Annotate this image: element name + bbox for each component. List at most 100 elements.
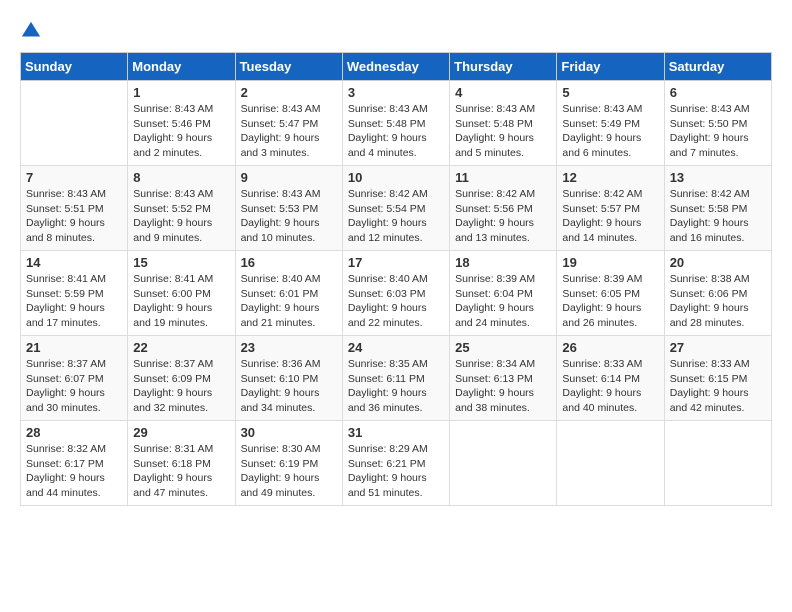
day-info: Sunrise: 8:29 AMSunset: 6:21 PMDaylight:… — [348, 442, 444, 501]
day-info: Sunrise: 8:34 AMSunset: 6:13 PMDaylight:… — [455, 357, 551, 416]
calendar-cell: 3Sunrise: 8:43 AMSunset: 5:48 PMDaylight… — [342, 81, 449, 166]
calendar-cell: 22 Sunrise: 8:37 AMSunset: 6:09 PMDayligh… — [128, 336, 235, 421]
calendar-cell: 18 Sunrise: 8:39 AMSunset: 6:04 PMDayligh… — [450, 251, 557, 336]
day-number: 29 — [133, 425, 229, 440]
day-info: Sunrise: 8:33 AMSunset: 6:15 PMDaylight:… — [670, 357, 766, 416]
day-info: Sunrise: 8:36 AMSunset: 6:10 PMDaylight:… — [241, 357, 337, 416]
calendar-cell: 28 Sunrise: 8:32 AMSunset: 6:17 PMDayligh… — [21, 421, 128, 506]
calendar-cell: 8 Sunrise: 8:43 AMSunset: 5:52 PMDaylight… — [128, 166, 235, 251]
calendar-cell: 7 Sunrise: 8:43 AMSunset: 5:51 PMDaylight… — [21, 166, 128, 251]
calendar-cell: 17 Sunrise: 8:40 AMSunset: 6:03 PMDayligh… — [342, 251, 449, 336]
header-row: SundayMondayTuesdayWednesdayThursdayFrid… — [21, 53, 772, 81]
day-number: 15 — [133, 255, 229, 270]
calendar-cell: 21 Sunrise: 8:37 AMSunset: 6:07 PMDayligh… — [21, 336, 128, 421]
day-info: Sunrise: 8:42 AMSunset: 5:58 PMDaylight:… — [670, 187, 766, 246]
calendar-cell: 16Sunrise: 8:40 AMSunset: 6:01 PMDayligh… — [235, 251, 342, 336]
calendar-cell: 13 Sunrise: 8:42 AMSunset: 5:58 PMDayligh… — [664, 166, 771, 251]
calendar-cell: 27 Sunrise: 8:33 AMSunset: 6:15 PMDayligh… — [664, 336, 771, 421]
day-info: Sunrise: 8:40 AMSunset: 6:01 PMDaylight:… — [241, 272, 337, 331]
col-header-saturday: Saturday — [664, 53, 771, 81]
calendar-week-row: 21 Sunrise: 8:37 AMSunset: 6:07 PMDayligh… — [21, 336, 772, 421]
calendar-week-row: 1 Sunrise: 8:43 AMSunset: 5:46 PMDaylight… — [21, 81, 772, 166]
calendar-week-row: 28 Sunrise: 8:32 AMSunset: 6:17 PMDayligh… — [21, 421, 772, 506]
calendar-cell: 24 Sunrise: 8:35 AMSunset: 6:11 PMDayligh… — [342, 336, 449, 421]
day-number: 25 — [455, 340, 551, 355]
day-number: 23 — [241, 340, 337, 355]
day-number: 8 — [133, 170, 229, 185]
calendar-week-row: 7 Sunrise: 8:43 AMSunset: 5:51 PMDaylight… — [21, 166, 772, 251]
day-number: 20 — [670, 255, 766, 270]
day-number: 3 — [348, 85, 444, 100]
col-header-wednesday: Wednesday — [342, 53, 449, 81]
day-number: 6 — [670, 85, 766, 100]
day-number: 24 — [348, 340, 444, 355]
day-info: Sunrise: 8:42 AMSunset: 5:56 PMDaylight:… — [455, 187, 551, 246]
day-number: 13 — [670, 170, 766, 185]
day-number: 17 — [348, 255, 444, 270]
day-info: Sunrise: 8:30 AMSunset: 6:19 PMDaylight:… — [241, 442, 337, 501]
calendar-week-row: 14 Sunrise: 8:41 AMSunset: 5:59 PMDayligh… — [21, 251, 772, 336]
day-info: Sunrise: 8:33 AMSunset: 6:14 PMDaylight:… — [562, 357, 658, 416]
day-info: Sunrise: 8:43 AMSunset: 5:52 PMDaylight:… — [133, 187, 229, 246]
calendar-cell: 14 Sunrise: 8:41 AMSunset: 5:59 PMDayligh… — [21, 251, 128, 336]
calendar-cell: 15 Sunrise: 8:41 AMSunset: 6:00 PMDayligh… — [128, 251, 235, 336]
day-info: Sunrise: 8:37 AMSunset: 6:07 PMDaylight:… — [26, 357, 122, 416]
day-number: 28 — [26, 425, 122, 440]
day-number: 26 — [562, 340, 658, 355]
calendar-cell: 6 Sunrise: 8:43 AMSunset: 5:50 PMDaylight… — [664, 81, 771, 166]
calendar-cell: 11 Sunrise: 8:42 AMSunset: 5:56 PMDayligh… — [450, 166, 557, 251]
calendar-cell — [557, 421, 664, 506]
day-number: 22 — [133, 340, 229, 355]
day-info: Sunrise: 8:43 AMSunset: 5:46 PMDaylight:… — [133, 102, 229, 161]
calendar-cell: 29Sunrise: 8:31 AMSunset: 6:18 PMDayligh… — [128, 421, 235, 506]
day-number: 7 — [26, 170, 122, 185]
col-header-thursday: Thursday — [450, 53, 557, 81]
col-header-friday: Friday — [557, 53, 664, 81]
calendar-cell — [450, 421, 557, 506]
col-header-monday: Monday — [128, 53, 235, 81]
day-info: Sunrise: 8:43 AMSunset: 5:50 PMDaylight:… — [670, 102, 766, 161]
day-number: 31 — [348, 425, 444, 440]
calendar-table: SundayMondayTuesdayWednesdayThursdayFrid… — [20, 52, 772, 506]
calendar-cell: 19Sunrise: 8:39 AMSunset: 6:05 PMDayligh… — [557, 251, 664, 336]
day-number: 12 — [562, 170, 658, 185]
calendar-cell: 23 Sunrise: 8:36 AMSunset: 6:10 PMDayligh… — [235, 336, 342, 421]
day-number: 4 — [455, 85, 551, 100]
calendar-cell: 20 Sunrise: 8:38 AMSunset: 6:06 PMDayligh… — [664, 251, 771, 336]
day-number: 14 — [26, 255, 122, 270]
day-number: 10 — [348, 170, 444, 185]
calendar-cell: 26 Sunrise: 8:33 AMSunset: 6:14 PMDayligh… — [557, 336, 664, 421]
day-info: Sunrise: 8:41 AMSunset: 6:00 PMDaylight:… — [133, 272, 229, 331]
day-info: Sunrise: 8:39 AMSunset: 6:04 PMDaylight:… — [455, 272, 551, 331]
day-number: 18 — [455, 255, 551, 270]
calendar-cell — [21, 81, 128, 166]
general-blue-icon — [20, 20, 42, 42]
calendar-cell: 12Sunrise: 8:42 AMSunset: 5:57 PMDayligh… — [557, 166, 664, 251]
day-info: Sunrise: 8:43 AMSunset: 5:51 PMDaylight:… — [26, 187, 122, 246]
day-number: 27 — [670, 340, 766, 355]
day-info: Sunrise: 8:43 AMSunset: 5:48 PMDaylight:… — [455, 102, 551, 161]
col-header-sunday: Sunday — [21, 53, 128, 81]
day-info: Sunrise: 8:35 AMSunset: 6:11 PMDaylight:… — [348, 357, 444, 416]
day-info: Sunrise: 8:43 AMSunset: 5:47 PMDaylight:… — [241, 102, 337, 161]
calendar-cell: 5 Sunrise: 8:43 AMSunset: 5:49 PMDaylight… — [557, 81, 664, 166]
page-header — [20, 20, 772, 42]
day-info: Sunrise: 8:32 AMSunset: 6:17 PMDaylight:… — [26, 442, 122, 501]
day-number: 1 — [133, 85, 229, 100]
day-number: 11 — [455, 170, 551, 185]
day-number: 30 — [241, 425, 337, 440]
day-info: Sunrise: 8:38 AMSunset: 6:06 PMDaylight:… — [670, 272, 766, 331]
day-number: 5 — [562, 85, 658, 100]
day-info: Sunrise: 8:43 AMSunset: 5:53 PMDaylight:… — [241, 187, 337, 246]
col-header-tuesday: Tuesday — [235, 53, 342, 81]
day-info: Sunrise: 8:37 AMSunset: 6:09 PMDaylight:… — [133, 357, 229, 416]
calendar-cell: 31 Sunrise: 8:29 AMSunset: 6:21 PMDayligh… — [342, 421, 449, 506]
day-number: 19 — [562, 255, 658, 270]
day-info: Sunrise: 8:40 AMSunset: 6:03 PMDaylight:… — [348, 272, 444, 331]
day-info: Sunrise: 8:41 AMSunset: 5:59 PMDaylight:… — [26, 272, 122, 331]
day-info: Sunrise: 8:43 AMSunset: 5:49 PMDaylight:… — [562, 102, 658, 161]
calendar-cell — [664, 421, 771, 506]
calendar-cell: 2Sunrise: 8:43 AMSunset: 5:47 PMDaylight… — [235, 81, 342, 166]
calendar-cell: 25 Sunrise: 8:34 AMSunset: 6:13 PMDayligh… — [450, 336, 557, 421]
day-number: 21 — [26, 340, 122, 355]
